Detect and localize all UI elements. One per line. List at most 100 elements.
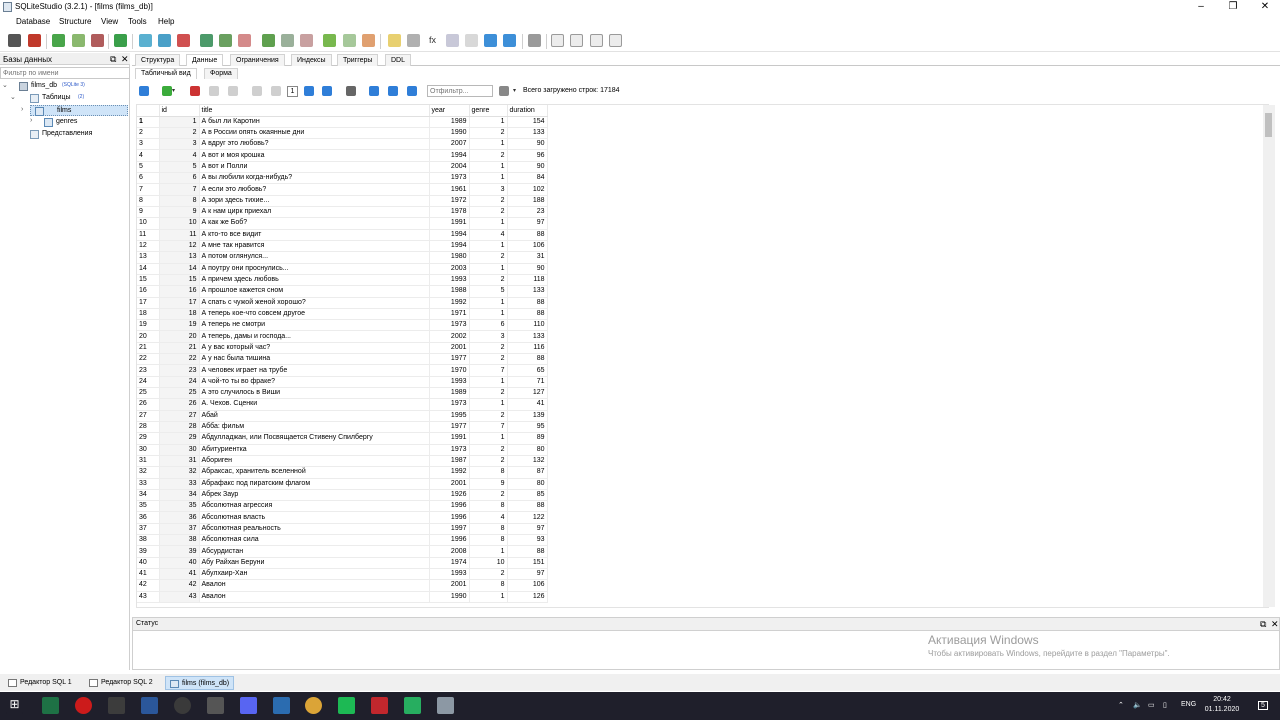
table-row[interactable]: 10 10 А как же Боб? 1991 1 97 [137,217,548,230]
cascade-icon[interactable] [609,34,622,47]
cell-year[interactable]: 2001 [429,478,470,490]
cell-genre[interactable]: 2 [469,387,508,400]
row-number[interactable]: 35 [137,500,160,513]
cell-genre[interactable]: 10 [469,557,508,570]
cell-id[interactable]: 42 [159,579,200,592]
cell-duration[interactable]: 116 [507,342,548,355]
cell-duration[interactable]: 154 [507,116,548,128]
cell-year[interactable]: 1996 [429,534,470,547]
table-row[interactable]: 11А был ли Каротин 1989 1 154 [137,116,548,128]
table-row[interactable]: 33 33 Абрафакс под пиратским флагом 2001 9 80 [137,478,548,490]
cell-genre[interactable]: 1 [469,376,508,389]
cell-id[interactable]: 36 [159,511,200,524]
cell-year[interactable]: 2002 [429,330,470,343]
cell-id[interactable]: 6 [159,172,200,185]
cell-year[interactable]: 1974 [429,557,470,570]
table-row[interactable]: 19 19 А теперь не смотри 1973 6 110 [137,319,548,332]
row-number[interactable]: 4 [137,149,160,162]
edit-database-icon[interactable] [72,34,85,47]
table-row[interactable]: 28 28 Абба: фильм 1977 7 95 [137,421,548,434]
cell-year[interactable]: 1990 [429,127,470,140]
cell-id[interactable]: 2 [159,127,200,140]
cell-genre[interactable]: 1 [469,545,508,558]
cell-duration[interactable]: 139 [507,410,548,422]
chrome-icon[interactable] [305,697,322,714]
cell-id[interactable]: 37 [159,523,200,536]
cell-duration[interactable]: 84 [507,172,548,185]
cell-duration[interactable]: 118 [507,274,548,287]
cell-genre[interactable]: 2 [469,353,508,366]
row-number[interactable]: 27 [137,410,160,422]
chevron-down-icon[interactable]: ▾ [172,88,178,94]
cell-duration[interactable]: 90 [507,263,548,275]
row-number[interactable]: 29 [137,432,160,445]
cell-genre[interactable]: 1 [469,432,508,445]
cell-id[interactable]: 33 [159,478,200,490]
maximize-button[interactable]: ❐ [1218,0,1248,14]
table-row[interactable]: 15 15 А причем здесь любовь 1993 2 118 [137,274,548,287]
cell-title[interactable]: Абай [199,410,430,422]
cell-duration[interactable]: 88 [507,353,548,366]
cell-id[interactable]: 38 [159,534,200,547]
tab-ddl[interactable]: DDL [385,54,412,66]
cell-title[interactable]: А поутру они проснулись... [199,263,430,275]
table-row[interactable]: 35 35 Абсолютная агрессия 1996 8 88 [137,500,548,513]
cell-id[interactable]: 35 [159,500,200,513]
row-number[interactable]: 40 [137,557,160,570]
row-number[interactable]: 3 [137,138,160,151]
menu-tools[interactable]: Tools [128,17,147,26]
cell-title[interactable]: Авалон [199,591,430,603]
language-indicator[interactable]: ENG [1181,701,1196,708]
cell-genre[interactable]: 1 [469,161,508,174]
cell-duration[interactable]: 97 [507,217,548,230]
column-header-year[interactable]: year [429,105,470,117]
cell-duration[interactable]: 41 [507,398,548,411]
table-row[interactable]: 38 38 Абсолютная сила 1996 8 93 [137,534,548,547]
cell-year[interactable]: 2003 [429,263,470,275]
cell-id[interactable]: 30 [159,444,200,456]
refresh-icon[interactable] [114,34,127,47]
cell-title[interactable]: А потом оглянулся... [199,251,430,264]
sql-editor-icon[interactable] [388,34,401,47]
functions-icon[interactable]: fx [426,34,439,47]
cell-title[interactable]: А теперь кое-что совсем другое [199,308,430,321]
cell-year[interactable]: 1973 [429,444,470,456]
row-number[interactable]: 12 [137,240,160,253]
menu-structure[interactable]: Structure [59,17,91,26]
cell-year[interactable]: 1994 [429,229,470,241]
cell-title[interactable]: Абсолютная власть [199,511,430,524]
cell-genre[interactable]: 2 [469,149,508,162]
export-icon[interactable] [503,34,516,47]
cell-year[interactable]: 1971 [429,308,470,321]
close-button[interactable]: ✕ [1250,0,1280,14]
cell-duration[interactable]: 106 [507,240,548,253]
next-page-icon[interactable] [304,86,314,96]
cell-duration[interactable]: 88 [507,308,548,321]
excel-icon[interactable] [42,697,59,714]
delete-trigger-icon[interactable] [300,34,313,47]
cell-year[interactable]: 2001 [429,579,470,592]
cell-title[interactable]: А к нам цирк приехал [199,206,430,219]
cell-id[interactable]: 41 [159,568,200,581]
cell-title[interactable]: А человек играет на трубе [199,364,430,377]
table-row[interactable]: 31 31 Абориген 1987 2 132 [137,455,548,468]
cell-id[interactable]: 43 [159,591,200,603]
cell-title[interactable]: А вот и Полли [199,161,430,174]
cell-genre[interactable]: 8 [469,500,508,513]
delete-table-icon[interactable] [177,34,190,47]
connect-icon[interactable] [8,34,21,47]
chevron-right-icon[interactable]: › [30,117,32,124]
edit-table-icon[interactable] [158,34,171,47]
cell-duration[interactable]: 93 [507,534,548,547]
tab-indexes[interactable]: Индексы [291,54,332,66]
delete-view-icon[interactable] [362,34,375,47]
table-row[interactable]: 40 40 Абу Райхан Беруни 1974 10 151 [137,557,548,570]
cell-genre[interactable]: 1 [469,297,508,309]
battery-icon[interactable]: ▯ [1163,701,1167,709]
delete-index-icon[interactable] [238,34,251,47]
column-header-id[interactable]: id [159,105,200,117]
cell-year[interactable]: 1996 [429,511,470,524]
row-number[interactable]: 39 [137,545,160,558]
row-number[interactable]: 31 [137,455,160,468]
telegram-icon[interactable] [273,697,290,714]
